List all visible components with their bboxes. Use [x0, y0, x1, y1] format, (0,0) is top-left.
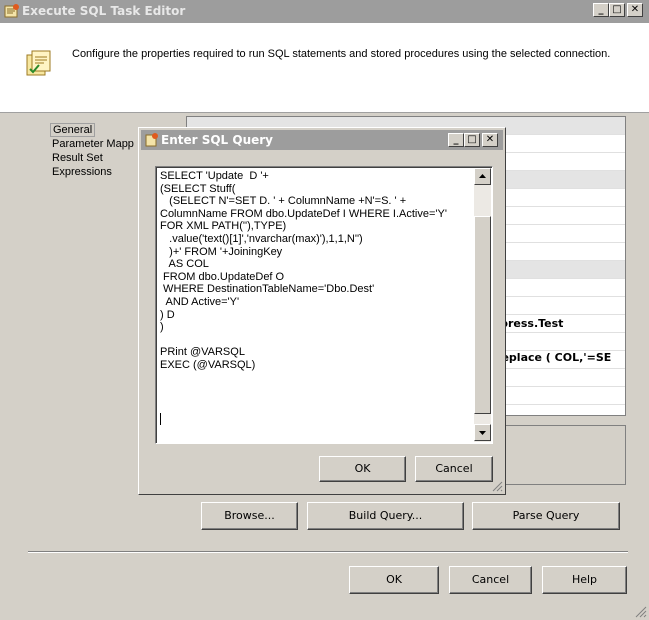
grid-value: Replace ( COL,'=SE	[493, 351, 612, 364]
nav-item-general[interactable]: General	[50, 123, 96, 137]
header-description: Configure the properties required to run…	[72, 48, 611, 60]
close-button[interactable]: ✕	[627, 3, 643, 17]
text-cursor	[160, 413, 161, 425]
window-title: Execute SQL Task Editor	[22, 4, 186, 18]
cancel-button[interactable]: Cancel	[449, 566, 532, 594]
dialog-title: Enter SQL Query	[161, 133, 274, 147]
build-query-button[interactable]: Build Query...	[307, 502, 464, 530]
grid-value: xpress.Test	[493, 317, 564, 330]
minimize-button[interactable]: _	[593, 3, 609, 17]
scroll-up-icon[interactable]	[474, 168, 491, 185]
app-icon	[4, 4, 19, 18]
sql-query-textarea[interactable]: SELECT 'Update D '+ (SELECT Stuff( (SELE…	[155, 166, 493, 444]
scroll-thumb[interactable]	[474, 216, 491, 414]
resize-grip-icon[interactable]	[633, 604, 647, 618]
enter-sql-query-dialog: Enter SQL Query _ □ ✕ SELECT 'Update D '…	[138, 127, 506, 495]
task-icon	[26, 50, 51, 76]
dialog-ok-button[interactable]: OK	[319, 456, 406, 482]
dialog-close-button[interactable]: ✕	[482, 133, 498, 147]
dialog-resize-grip-icon[interactable]	[491, 480, 503, 492]
scroll-down-icon[interactable]	[474, 424, 491, 441]
maximize-button[interactable]: □	[609, 3, 625, 17]
dialog-app-icon	[145, 133, 158, 147]
window-titlebar[interactable]: Execute SQL Task Editor _ □ ✕	[0, 0, 649, 23]
footer-separator	[28, 551, 628, 553]
vertical-scrollbar[interactable]	[474, 168, 491, 442]
nav-item-parameter-mapping[interactable]: Parameter Mapp	[52, 138, 134, 150]
header-banner: Configure the properties required to run…	[0, 23, 649, 113]
execute-sql-task-editor-window: Execute SQL Task Editor _ □ ✕ Configure …	[0, 0, 649, 620]
sql-query-text: SELECT 'Update D '+ (SELECT Stuff( (SELE…	[160, 170, 447, 371]
nav-item-result-set[interactable]: Result Set	[52, 152, 103, 164]
ok-button[interactable]: OK	[349, 566, 439, 594]
dialog-titlebar[interactable]: Enter SQL Query _ □ ✕	[141, 130, 503, 150]
help-button[interactable]: Help	[542, 566, 627, 594]
dialog-minimize-button[interactable]: _	[448, 133, 464, 147]
dialog-cancel-button[interactable]: Cancel	[415, 456, 493, 482]
nav-item-expressions[interactable]: Expressions	[52, 166, 112, 178]
browse-button[interactable]: Browse...	[201, 502, 298, 530]
parse-query-button[interactable]: Parse Query	[472, 502, 620, 530]
dialog-maximize-button[interactable]: □	[464, 133, 480, 147]
